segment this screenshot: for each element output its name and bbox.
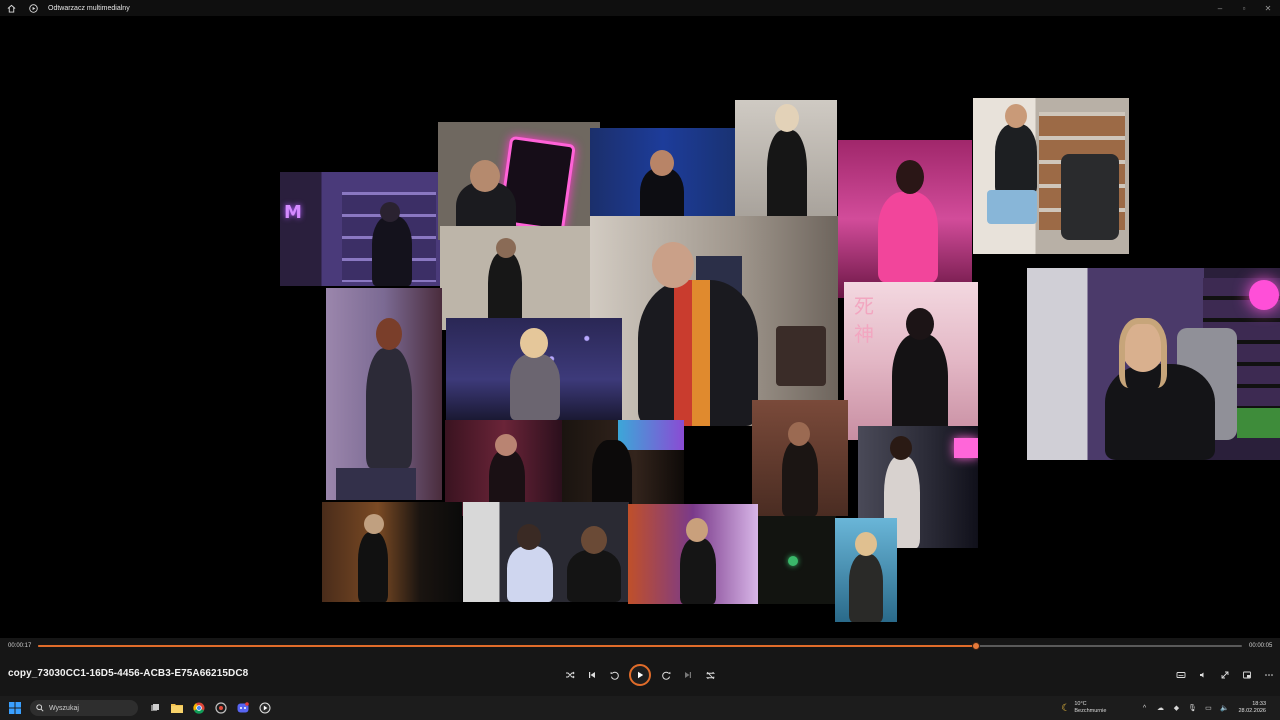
home-icon[interactable] bbox=[0, 0, 22, 16]
video-clip bbox=[590, 216, 838, 426]
skip-back-icon[interactable] bbox=[603, 664, 625, 686]
app-title: Odtwarzacz multimedialny bbox=[48, 4, 130, 12]
search-icon bbox=[36, 704, 44, 712]
previous-icon[interactable] bbox=[581, 664, 603, 686]
chrome-icon[interactable] bbox=[188, 696, 210, 720]
elapsed-time: 00:00:17 bbox=[8, 643, 32, 649]
shield-icon[interactable]: ◆ bbox=[1168, 696, 1184, 720]
video-clip bbox=[590, 128, 736, 228]
video-clip bbox=[438, 122, 600, 240]
seek-thumb[interactable] bbox=[971, 642, 980, 650]
video-clip bbox=[463, 502, 629, 602]
file-title: copy_73030CC1-16D5-4456-ACB3-E75A66215DC… bbox=[8, 668, 249, 679]
shuffle-icon[interactable] bbox=[559, 664, 581, 686]
discord-icon[interactable] bbox=[232, 696, 254, 720]
more-icon[interactable] bbox=[1258, 664, 1280, 686]
weather-desc: Bezchmurnie bbox=[1074, 708, 1107, 714]
minimize-icon[interactable]: – bbox=[1208, 0, 1232, 16]
video-frame[interactable]: M 死 神 bbox=[0, 16, 1280, 638]
secondary-controls bbox=[1170, 664, 1280, 686]
video-clip bbox=[973, 98, 1129, 254]
taskbar: Wyszukaj ☾ 10°C Bezchmurnie ^ ☁ ◆ 🎙 ▭ 🔈 … bbox=[0, 696, 1280, 720]
volume-icon[interactable]: 🔈 bbox=[1216, 696, 1232, 720]
video-clip bbox=[446, 318, 622, 420]
video-clip bbox=[1027, 268, 1280, 460]
cloud-icon[interactable]: ☁ bbox=[1152, 696, 1168, 720]
file-explorer-icon[interactable] bbox=[166, 696, 188, 720]
play-button[interactable] bbox=[629, 664, 651, 686]
title-bar: Odtwarzacz multimedialny – ▫ ✕ bbox=[0, 0, 1280, 16]
windows-icon bbox=[9, 702, 21, 714]
seek-bar[interactable] bbox=[38, 642, 1242, 650]
video-clip bbox=[628, 504, 758, 604]
monitor-icon[interactable]: ▭ bbox=[1200, 696, 1216, 720]
audio-icon[interactable] bbox=[1192, 664, 1214, 686]
seek-progress bbox=[38, 645, 976, 647]
microphone-icon[interactable]: 🎙 bbox=[1184, 696, 1200, 720]
start-button[interactable] bbox=[0, 696, 30, 720]
video-clip bbox=[752, 400, 848, 516]
repeat-icon[interactable] bbox=[699, 664, 721, 686]
clock-time: 18:33 bbox=[1252, 701, 1266, 707]
app-icon[interactable] bbox=[210, 696, 232, 720]
miniplayer-icon[interactable] bbox=[1236, 664, 1258, 686]
media-player-taskbar-icon[interactable] bbox=[254, 696, 276, 720]
clock-date: 28.02.2026 bbox=[1238, 708, 1266, 714]
moon-icon: ☾ bbox=[1061, 702, 1071, 714]
video-clip bbox=[322, 502, 462, 602]
remaining-time: 00:00:05 bbox=[1249, 643, 1273, 649]
skip-forward-icon[interactable] bbox=[655, 664, 677, 686]
fullscreen-icon[interactable] bbox=[1214, 664, 1236, 686]
search-box[interactable]: Wyszukaj bbox=[30, 700, 138, 716]
media-player-window: Odtwarzacz multimedialny – ▫ ✕ M 死 神 00:… bbox=[0, 0, 1280, 720]
media-player-icon bbox=[22, 0, 44, 16]
video-clip: 死神 bbox=[844, 282, 978, 440]
window-controls: – ▫ ✕ bbox=[1208, 0, 1280, 16]
video-clip bbox=[835, 518, 897, 622]
close-icon[interactable]: ✕ bbox=[1256, 0, 1280, 16]
system-tray: ☾ 10°C Bezchmurnie ^ ☁ ◆ 🎙 ▭ 🔈 18:33 28.… bbox=[1061, 696, 1280, 720]
task-view-icon[interactable] bbox=[144, 696, 166, 720]
video-clip bbox=[440, 226, 592, 330]
video-clip bbox=[758, 516, 836, 604]
weather-widget[interactable]: ☾ 10°C Bezchmurnie bbox=[1061, 701, 1106, 715]
weather-temp: 10°C bbox=[1074, 701, 1087, 707]
video-clip: M bbox=[280, 172, 440, 286]
video-clip bbox=[326, 288, 442, 500]
video-clip bbox=[838, 140, 972, 298]
chevron-up-icon[interactable]: ^ bbox=[1136, 696, 1152, 720]
player-controls: 00:00:17 00:00:05 copy_73030CC1-16D5-445… bbox=[0, 638, 1280, 696]
search-placeholder: Wyszukaj bbox=[49, 704, 79, 712]
maximize-icon[interactable]: ▫ bbox=[1232, 0, 1256, 16]
transport-controls bbox=[559, 664, 721, 686]
video-clip bbox=[735, 100, 837, 230]
subtitles-icon[interactable] bbox=[1170, 664, 1192, 686]
next-icon[interactable] bbox=[677, 664, 699, 686]
play-icon bbox=[638, 671, 644, 679]
clock[interactable]: 18:33 28.02.2026 bbox=[1238, 701, 1266, 715]
